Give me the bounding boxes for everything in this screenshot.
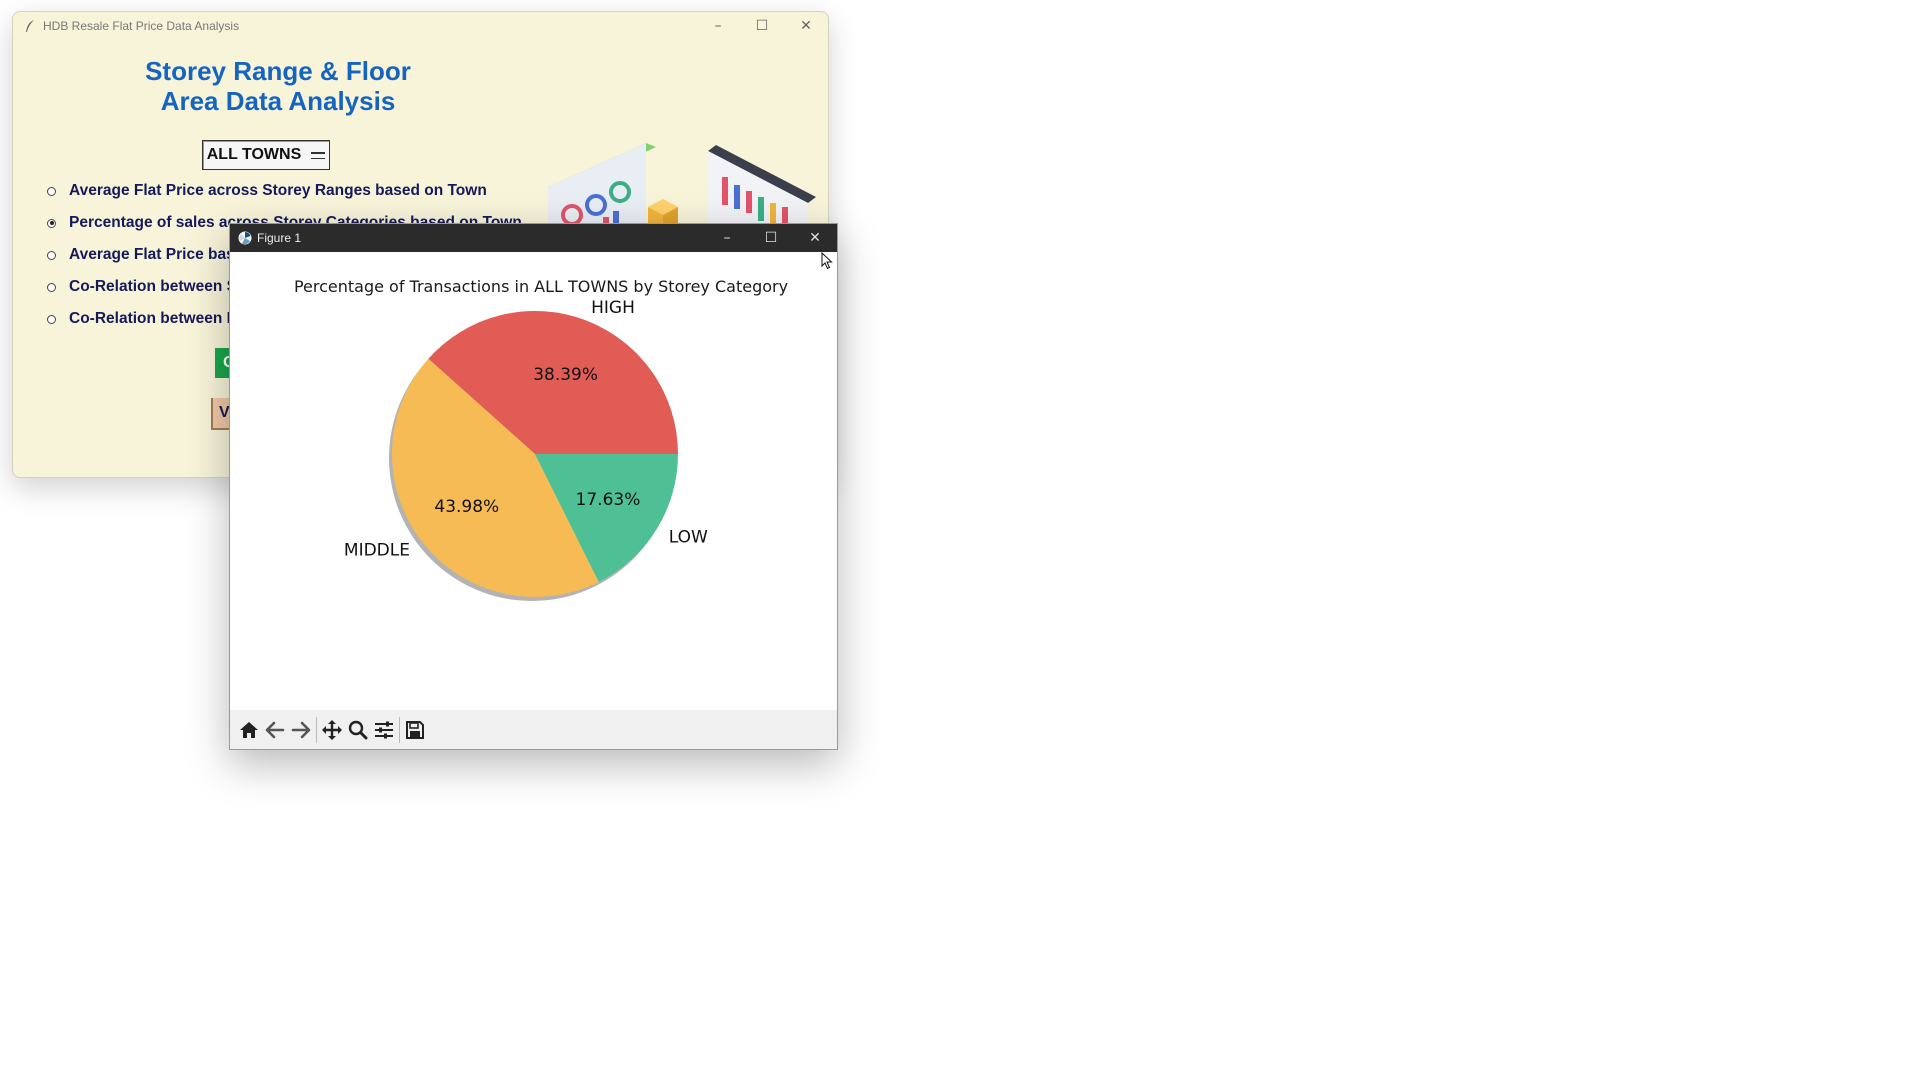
figure-close-button[interactable]: ✕	[793, 224, 837, 252]
page-title-line2: Area Data Analysis	[160, 86, 396, 116]
main-titlebar[interactable]: HDB Resale Flat Price Data Analysis – ☐ …	[13, 12, 828, 39]
figure-window: Figure 1 – ☐ ✕ Percentage of Transaction…	[229, 223, 838, 750]
close-button[interactable]: ✕	[784, 12, 828, 39]
figure-toolbar	[230, 710, 837, 749]
pie-category-label-low: LOW	[669, 528, 708, 548]
radio-option-avg-price-based[interactable]: Average Flat Price based	[47, 246, 253, 264]
minimize-button[interactable]: –	[696, 12, 740, 39]
figure-minimize-button[interactable]: –	[705, 224, 749, 252]
configure-subplots-icon	[375, 721, 393, 738]
radio-option-corelation-floor[interactable]: Co-Relation between Flo	[47, 310, 250, 328]
matplotlib-icon	[238, 231, 252, 245]
pie-percent-label-middle: 43.98%	[434, 497, 499, 517]
save-icon	[406, 720, 424, 739]
dropdown-indicator-icon	[311, 151, 326, 159]
main-window-title: HDB Resale Flat Price Data Analysis	[43, 18, 240, 33]
figure-maximize-button[interactable]: ☐	[749, 224, 793, 252]
save-button[interactable]	[402, 715, 428, 745]
radio-button[interactable]	[47, 282, 56, 292]
radio-option-label: Co-Relation between Flo	[69, 310, 250, 327]
radio-option-corelation-storey[interactable]: Co-Relation between Sto	[47, 278, 252, 296]
dashboard-illustration	[548, 143, 816, 237]
toolbar-separator	[316, 716, 317, 743]
radio-option-avg-price-storey[interactable]: Average Flat Price across Storey Ranges …	[47, 182, 487, 200]
toolbar-separator	[399, 716, 400, 743]
pie-chart: Percentage of Transactions in ALL TOWNS …	[294, 277, 788, 601]
pan-icon	[322, 719, 342, 740]
feather-icon	[26, 19, 34, 32]
radio-button[interactable]	[47, 186, 56, 196]
forward-button[interactable]	[288, 715, 314, 745]
chart-title: Percentage of Transactions in ALL TOWNS …	[294, 277, 788, 296]
zoom-button[interactable]	[345, 715, 371, 745]
home-button[interactable]	[236, 715, 262, 745]
mouse-cursor-icon	[821, 252, 833, 270]
pie-percent-label-low: 17.63%	[576, 490, 641, 510]
back-button[interactable]	[262, 715, 288, 745]
radio-option-label: Average Flat Price across Storey Ranges …	[69, 182, 487, 199]
back-icon	[265, 721, 285, 738]
home-icon	[240, 721, 258, 738]
pie-slices	[389, 311, 678, 601]
pie-category-label-high: HIGH	[591, 298, 635, 318]
pan-button[interactable]	[319, 715, 345, 745]
radio-button[interactable]	[47, 250, 56, 260]
radio-button[interactable]	[47, 314, 56, 324]
figure-titlebar[interactable]: Figure 1 – ☐ ✕	[230, 224, 837, 252]
maximize-button[interactable]: ☐	[740, 12, 784, 39]
plot-area[interactable]: Percentage of Transactions in ALL TOWNS …	[230, 252, 837, 710]
pie-percent-label-high: 38.39%	[533, 365, 598, 385]
configure-subplots-button[interactable]	[371, 715, 397, 745]
town-dropdown-value: ALL TOWNS	[206, 146, 302, 163]
page-title: Storey Range & Floor Area Data Analysis	[13, 56, 543, 116]
zoom-icon	[348, 720, 368, 739]
forward-icon	[291, 721, 311, 738]
figure-window-title: Figure 1	[257, 231, 302, 245]
town-dropdown[interactable]: ALL TOWNS	[202, 140, 330, 170]
radio-button-selected[interactable]	[47, 218, 56, 228]
page-title-line1: Storey Range & Floor	[145, 56, 411, 86]
pie-category-label-middle: MIDDLE	[344, 540, 410, 560]
radio-option-label: Co-Relation between Sto	[69, 278, 252, 295]
radio-option-label: Average Flat Price based	[69, 246, 253, 263]
